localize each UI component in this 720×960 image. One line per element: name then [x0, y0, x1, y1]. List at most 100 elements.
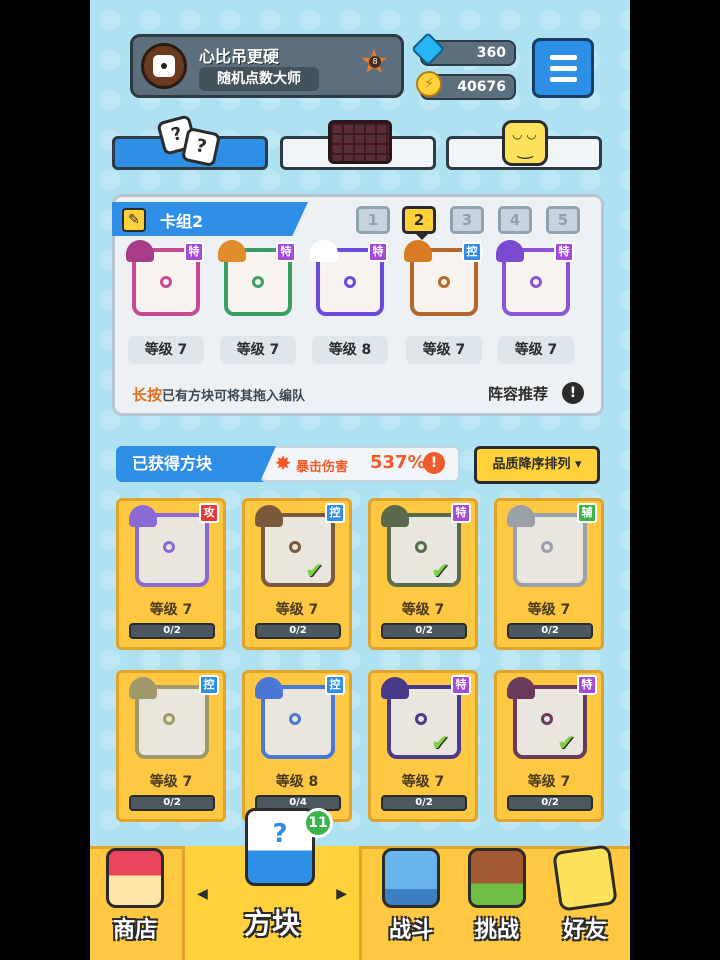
dice-pip-icon	[289, 541, 301, 553]
collection-card[interactable]: ✔ 特 等级 7 0/2	[368, 670, 478, 822]
deck-card-level: 等级 7	[498, 336, 574, 364]
upgrade-progress: 0/2	[255, 623, 341, 639]
arrow-left-icon[interactable]: ◀	[197, 886, 208, 902]
dragon-ornament-icon	[404, 240, 432, 262]
crit-info-icon[interactable]: !	[423, 452, 445, 474]
friend-icon	[552, 844, 618, 912]
dice-frame	[507, 677, 587, 759]
upgrade-progress: 0/2	[507, 795, 593, 811]
dice-pip-icon	[163, 713, 175, 725]
deck-tab-4[interactable]: 4	[498, 206, 532, 234]
deck-tab-3[interactable]: 3	[450, 206, 484, 234]
game-screen: 心比吊更硬 随机点数大师 ★ 8 360 40676 ⚡ ?? ✎ 卡组2 1 …	[90, 0, 630, 960]
dice-type-badge: 控	[462, 242, 482, 262]
nav-challenge[interactable]: 挑战	[454, 846, 540, 960]
collection-card[interactable]: ✔ 特 等级 7 0/2	[368, 498, 478, 650]
nav-cube[interactable]: ? 11 ◀ ▶ 方块	[182, 808, 362, 960]
dice-pip-icon	[289, 713, 301, 725]
smiley-face-icon	[502, 120, 548, 166]
dice-pip-icon	[163, 541, 175, 553]
avatar[interactable]	[141, 43, 187, 89]
deck-card-level: 等级 8	[312, 336, 388, 364]
collection-card-level: 等级 7	[401, 774, 445, 790]
deck-card-level: 等级 7	[220, 336, 296, 364]
collection-card-level: 等级 7	[275, 602, 319, 618]
nav-shop[interactable]: 商店	[90, 846, 180, 960]
dragon-ornament-icon	[126, 240, 154, 262]
dice-type-badge: 特	[577, 675, 597, 695]
board-tab-icon	[328, 120, 392, 164]
arrow-right-icon[interactable]: ▶	[336, 886, 347, 902]
shop-icon	[106, 848, 164, 908]
sort-dropdown[interactable]: 品质降序排列 ▾	[474, 446, 600, 484]
menu-button[interactable]	[532, 38, 594, 98]
dragon-ornament-icon	[381, 677, 409, 699]
hint-text: 已有方块可将其拖入编队	[162, 389, 306, 404]
deck-card[interactable]: 特	[126, 240, 204, 322]
dragon-ornament-icon	[218, 240, 246, 262]
collection-card[interactable]: ✔ 控 等级 7 0/2	[242, 498, 352, 650]
dice-frame	[255, 505, 335, 587]
menu-icon-line	[550, 66, 577, 71]
deck-card[interactable]: 特	[310, 240, 388, 322]
deck-card[interactable]: 特	[496, 240, 574, 322]
nav-friends[interactable]: 好友	[540, 844, 630, 960]
dice-avatar-icon	[153, 55, 175, 77]
deck-tab-1[interactable]: 1	[356, 206, 390, 234]
dragon-ornament-icon	[310, 240, 338, 262]
battle-icon	[382, 848, 440, 908]
upgrade-progress: 0/2	[381, 795, 467, 811]
dice-type-badge: 特	[184, 242, 204, 262]
dragon-ornament-icon	[507, 505, 535, 527]
dice-type-badge: 辅	[577, 503, 597, 523]
upgrade-progress: 0/2	[381, 623, 467, 639]
info-icon[interactable]: !	[562, 382, 584, 404]
dice-type-badge: 控	[325, 675, 345, 695]
drag-hint: 长按已有方块可将其拖入编队	[132, 384, 305, 405]
dice-frame	[129, 505, 209, 587]
in-deck-check-icon: ✔	[557, 731, 576, 756]
deck-card[interactable]: 控	[404, 240, 482, 322]
deck-card-level: 等级 7	[406, 336, 482, 364]
collection-card[interactable]: 控 等级 7 0/2	[116, 670, 226, 822]
dice-type-badge: 特	[451, 503, 471, 523]
dice-pip-icon	[530, 276, 542, 288]
edit-pencil-icon[interactable]: ✎	[122, 208, 146, 232]
dice-type-badge: 特	[368, 242, 388, 262]
player-profile[interactable]: 心比吊更硬 随机点数大师 ★ 8	[130, 34, 404, 98]
collection-card[interactable]: 控 等级 8 0/4	[242, 670, 352, 822]
rank-level: 8	[369, 56, 381, 68]
dice-pip-icon	[415, 541, 427, 553]
dice-pip-icon	[415, 713, 427, 725]
collection-card[interactable]: 攻 等级 7 0/2	[116, 498, 226, 650]
deck-tab-2[interactable]: 2	[402, 206, 436, 240]
collection-card-level: 等级 7	[401, 602, 445, 618]
deck-card-level: 等级 7	[128, 336, 204, 364]
in-deck-check-icon: ✔	[431, 731, 450, 756]
collection-card[interactable]: ✔ 特 等级 7 0/2	[494, 670, 604, 822]
dice-type-badge: 控	[325, 503, 345, 523]
dice-frame	[381, 505, 461, 587]
nav-battle[interactable]: 战斗	[368, 846, 454, 960]
crit-burst-icon: ✸	[274, 451, 292, 475]
dragon-ornament-icon	[255, 505, 283, 527]
dragon-ornament-icon	[129, 505, 157, 527]
collection-card-level: 等级 7	[149, 602, 193, 618]
challenge-icon	[468, 848, 526, 908]
collection-card-level: 等级 7	[149, 774, 193, 790]
obtained-title: 已获得方块	[116, 446, 276, 482]
in-deck-check-icon: ✔	[305, 559, 324, 584]
menu-icon-line	[550, 55, 577, 60]
left-letterbox	[0, 0, 90, 960]
player-name: 心比吊更硬	[199, 47, 280, 66]
dice-type-badge: 攻	[199, 503, 219, 523]
nav-label: 商店	[112, 918, 157, 943]
collection-card-level: 等级 7	[527, 774, 571, 790]
deck-tab-5[interactable]: 5	[546, 206, 580, 234]
upgrade-progress: 0/2	[129, 795, 215, 811]
deck-card[interactable]: 特	[218, 240, 296, 322]
collection-card-level: 等级 7	[527, 602, 571, 618]
nav-label: 方块	[243, 907, 300, 940]
collection-card[interactable]: 辅 等级 7 0/2	[494, 498, 604, 650]
lineup-recommend-link[interactable]: 阵容推荐	[488, 383, 548, 404]
